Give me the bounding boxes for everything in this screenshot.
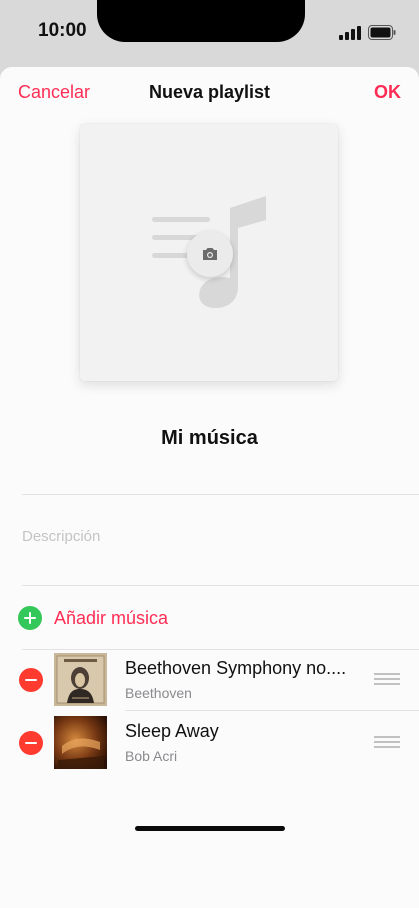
album-art-beethoven bbox=[54, 653, 107, 706]
status-time: 10:00 bbox=[38, 20, 87, 41]
reorder-icon[interactable] bbox=[374, 673, 400, 685]
playlist-name-field[interactable]: Mi música bbox=[0, 427, 419, 450]
playlist-artwork[interactable] bbox=[80, 124, 338, 381]
track-row[interactable]: Beethoven Symphony no.... Beethoven bbox=[0, 650, 419, 710]
track-row[interactable]: Sleep Away Bob Acri bbox=[0, 713, 419, 773]
status-bar: 10:00 bbox=[0, 0, 419, 66]
track-title: Beethoven Symphony no.... bbox=[125, 658, 347, 678]
signal-icon bbox=[339, 26, 361, 40]
add-music-label: Añadir música bbox=[54, 608, 169, 628]
description-field[interactable]: Descripción bbox=[22, 528, 100, 545]
camera-button[interactable] bbox=[187, 231, 233, 277]
battery-icon bbox=[368, 25, 396, 40]
remove-icon[interactable] bbox=[19, 731, 43, 755]
track-title: Sleep Away bbox=[125, 721, 219, 741]
divider bbox=[22, 494, 419, 495]
add-icon bbox=[18, 606, 42, 630]
divider bbox=[22, 585, 419, 586]
ok-button[interactable]: OK bbox=[374, 82, 401, 103]
track-artist: Beethoven bbox=[125, 685, 192, 701]
track-artist: Bob Acri bbox=[125, 748, 178, 764]
album-art-sleep-away bbox=[54, 716, 107, 769]
new-playlist-sheet: Cancelar Nueva playlist OK Mi música Des… bbox=[0, 67, 419, 908]
reorder-icon[interactable] bbox=[374, 736, 400, 748]
divider bbox=[125, 710, 419, 711]
camera-icon bbox=[203, 248, 217, 260]
notch bbox=[97, 0, 305, 42]
page-title: Nueva playlist bbox=[148, 82, 271, 102]
remove-icon[interactable] bbox=[19, 668, 43, 692]
home-indicator[interactable] bbox=[135, 826, 285, 831]
